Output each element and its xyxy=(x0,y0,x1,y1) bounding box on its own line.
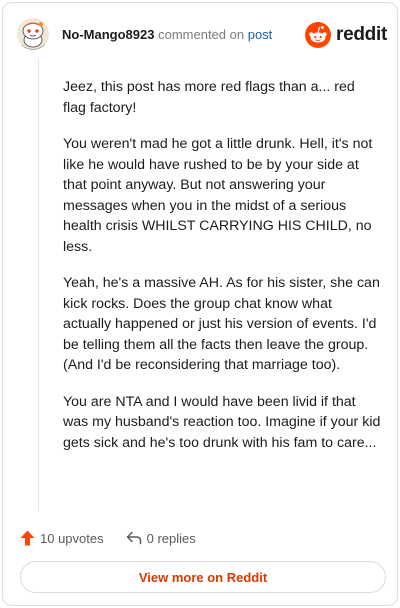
view-more-button[interactable]: View more on Reddit xyxy=(20,561,386,593)
reddit-wordmark: reddit xyxy=(336,24,387,45)
upvote-count: 10 upvotes xyxy=(40,530,104,546)
post-link[interactable]: post xyxy=(248,27,273,42)
comment-embed-card: No-Mango8923 commented on post reddit Je… xyxy=(2,2,398,606)
upvote-button[interactable]: 10 upvotes xyxy=(20,530,104,546)
comment-paragraph: Yeah, he's a massive AH. As for his sist… xyxy=(63,275,380,373)
reply-arrow-icon xyxy=(126,531,141,545)
reddit-logo[interactable]: reddit xyxy=(305,21,387,49)
comment-header: No-Mango8923 commented on post reddit xyxy=(17,17,387,53)
commented-on-text: commented on xyxy=(158,27,245,42)
reddit-logo-icon xyxy=(305,22,332,48)
thread-line xyxy=(38,59,39,511)
username-link[interactable]: No-Mango8923 xyxy=(62,27,154,42)
reply-button[interactable]: 0 replies xyxy=(126,531,196,546)
comment-paragraph: You weren't mad he got a little drunk. H… xyxy=(63,136,373,255)
upvote-arrow-icon xyxy=(20,530,35,546)
user-avatar-icon[interactable] xyxy=(17,18,49,50)
reply-count: 0 replies xyxy=(146,530,196,546)
comment-meta: No-Mango8923 commented on post xyxy=(62,27,272,42)
comment-paragraph: Jeez, this post has more red flags than … xyxy=(63,79,355,116)
comment-paragraph: You are NTA and I would have been livid … xyxy=(63,393,381,451)
comment-body: Jeez, this post has more red flags than … xyxy=(63,77,381,469)
comment-actions: 10 upvotes 0 replies xyxy=(20,527,196,549)
